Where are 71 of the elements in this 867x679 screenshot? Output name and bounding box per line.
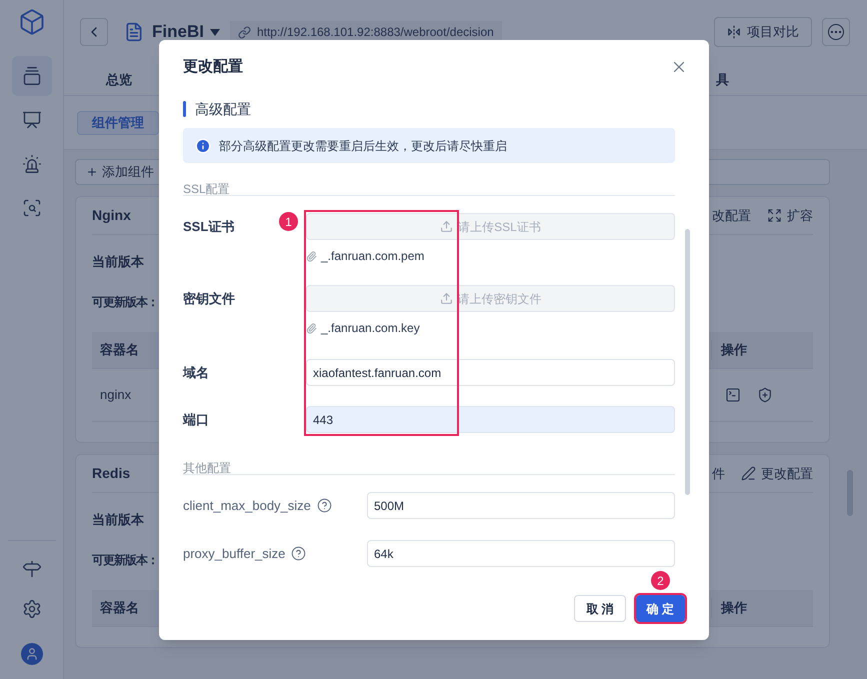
column-header: 容器名 bbox=[99, 341, 139, 360]
column-header: 容器名 bbox=[99, 599, 139, 618]
section-title: 高级配置 bbox=[195, 100, 251, 118]
column-header: 操作 bbox=[711, 598, 813, 618]
field-label: proxy_buffer_size bbox=[183, 544, 286, 563]
field-label: 端口 bbox=[183, 410, 209, 429]
settings-icon[interactable] bbox=[22, 599, 42, 619]
cards-icon bbox=[22, 66, 42, 86]
step-badge: 1 bbox=[279, 212, 298, 231]
scrollbar[interactable] bbox=[847, 470, 853, 516]
document-icon bbox=[124, 22, 144, 42]
alert-text: 部分高级配置更改需要重启后生效，更改后请尽快重启 bbox=[219, 138, 507, 154]
signpost-icon[interactable] bbox=[22, 559, 42, 579]
card-title: Nginx bbox=[92, 206, 131, 225]
pencil-icon bbox=[741, 466, 756, 481]
avatar[interactable] bbox=[20, 643, 42, 665]
nav-tab[interactable]: 总览 bbox=[106, 70, 132, 90]
field-label: client_max_body_size bbox=[183, 496, 311, 515]
scrollbar[interactable] bbox=[685, 229, 690, 495]
group-title: SSL配置 bbox=[183, 182, 230, 196]
link-icon bbox=[238, 26, 251, 38]
file-name[interactable]: _.fanruan.com.pem bbox=[321, 247, 424, 265]
field-label: 可更新版本： bbox=[92, 294, 158, 311]
compare-button[interactable]: 项目对比 bbox=[714, 17, 812, 47]
card-title: Redis bbox=[92, 464, 130, 483]
cancel-button[interactable]: 取 消 bbox=[574, 595, 626, 622]
input-field[interactable]: 64k bbox=[367, 540, 675, 567]
sub-tab[interactable]: 组件管理 bbox=[77, 110, 159, 134]
shield-icon[interactable] bbox=[757, 387, 773, 403]
upload-icon bbox=[440, 292, 452, 305]
action-link[interactable]: 更改配置 bbox=[741, 464, 813, 484]
logo-icon bbox=[18, 8, 46, 36]
monitor-icon bbox=[22, 110, 42, 130]
table-cell-text: nginx bbox=[99, 386, 132, 404]
scan-icon bbox=[22, 198, 42, 218]
action-link[interactable]: 件 bbox=[712, 464, 725, 484]
help-icon[interactable] bbox=[291, 546, 306, 561]
confirm-button[interactable]: 确 定 bbox=[636, 595, 685, 622]
column-header: 操作 bbox=[711, 340, 813, 360]
more-button[interactable] bbox=[822, 18, 850, 46]
expand-icon bbox=[767, 208, 782, 223]
terminal-icon[interactable] bbox=[725, 387, 741, 403]
sidebar-item[interactable] bbox=[12, 56, 52, 96]
group-title: 其他配置 bbox=[183, 461, 231, 475]
user-icon bbox=[24, 647, 38, 661]
field-label: 可更新版本： bbox=[92, 552, 158, 569]
file-name[interactable]: _.fanruan.com.key bbox=[321, 319, 420, 337]
info-icon bbox=[195, 138, 211, 154]
action-link[interactable]: 改配置 bbox=[712, 206, 751, 226]
alarm-icon bbox=[22, 154, 42, 174]
nav-tab[interactable]: 具 bbox=[716, 70, 729, 90]
caret-icon[interactable] bbox=[210, 28, 220, 36]
input-field[interactable]: 500M bbox=[367, 492, 675, 519]
field-label: SSL证书 bbox=[183, 218, 234, 236]
url-text: http://192.168.101.92:8883/webroot/decision bbox=[256, 24, 494, 41]
upload-icon bbox=[440, 220, 454, 233]
field-label: 密钥文件 bbox=[183, 290, 235, 308]
field-label: 域名 bbox=[183, 364, 209, 382]
section-marker bbox=[183, 101, 186, 117]
more-icon bbox=[828, 24, 844, 40]
paperclip-icon bbox=[306, 322, 317, 334]
help-icon[interactable] bbox=[316, 498, 332, 513]
paperclip-icon bbox=[306, 250, 317, 262]
input-field[interactable]: 443 bbox=[306, 406, 675, 433]
dialog-title: 更改配置 bbox=[183, 56, 243, 77]
step-badge: 2 bbox=[651, 571, 670, 590]
plus-icon bbox=[86, 166, 98, 178]
action-link[interactable]: 扩容 bbox=[767, 206, 813, 226]
field-label: 当前版本 bbox=[92, 253, 144, 272]
field-label: 当前版本 bbox=[92, 511, 144, 530]
flip-icon bbox=[727, 25, 741, 39]
